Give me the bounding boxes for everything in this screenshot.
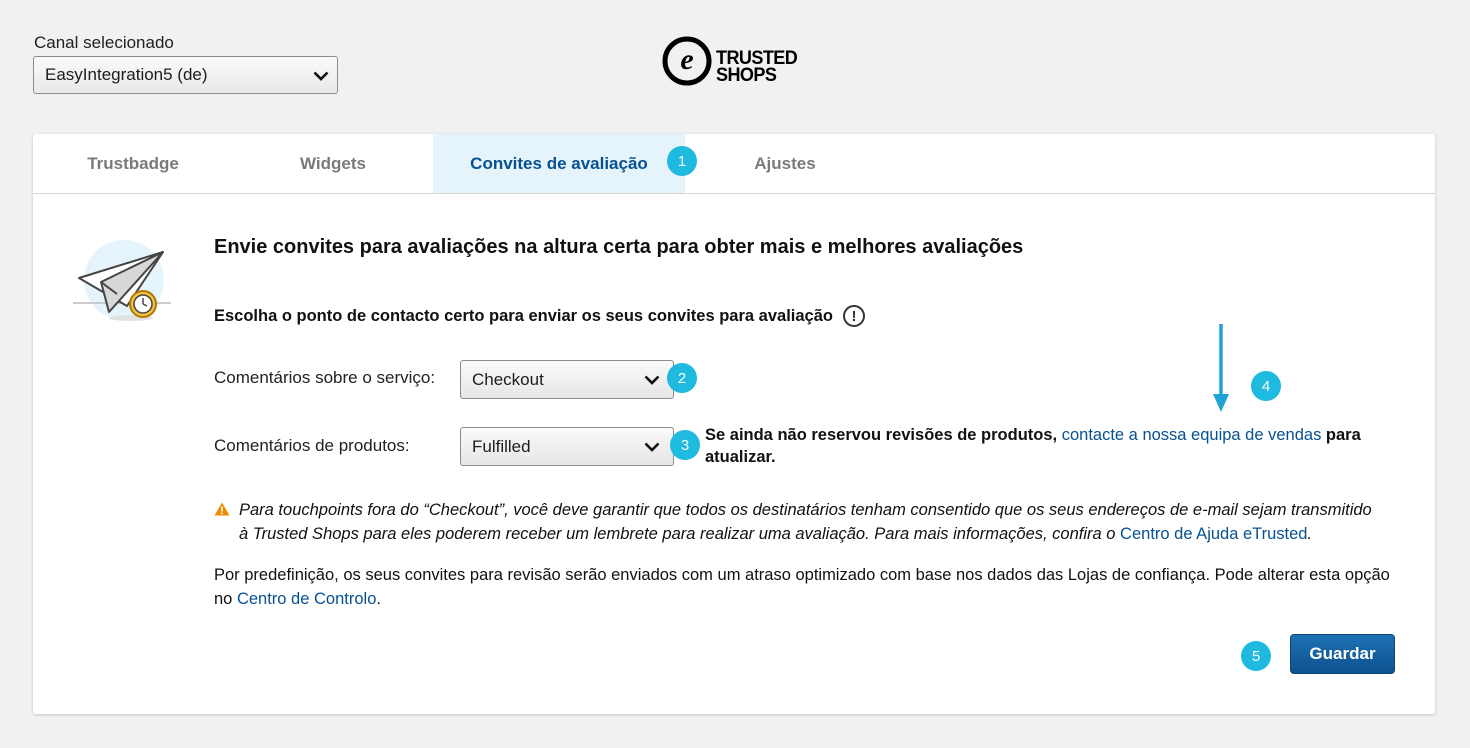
- info-circle-icon[interactable]: !: [842, 305, 865, 327]
- sales-note-text: Se ainda não reservou revisões de produt…: [705, 426, 1058, 444]
- step-badge-4: 4: [1251, 371, 1281, 401]
- save-button[interactable]: Guardar: [1290, 634, 1395, 674]
- product-feedback-select[interactable]: Fulfilled: [460, 427, 674, 466]
- touchpoint-warning: Para touchpoints fora do “Checkout”, voc…: [214, 498, 1384, 546]
- paper-plane-clock-icon: [73, 240, 171, 321]
- default-delay-text: Por predefinição, os seus convites para …: [214, 566, 1390, 608]
- product-feedback-value: Fulfilled: [472, 436, 531, 456]
- step-badge-1: 1: [667, 146, 697, 176]
- chevron-down-icon: [644, 442, 660, 452]
- etrusted-help-link[interactable]: Centro de Ajuda eTrusted: [1120, 525, 1307, 543]
- step-badge-2: 2: [667, 363, 697, 393]
- sales-note: Se ainda não reservou revisões de produt…: [705, 424, 1385, 468]
- trusted-shops-logo-mark: e: [662, 36, 712, 86]
- tab-bar: Trustbadge Widgets Convites de avaliação…: [33, 134, 1435, 194]
- tab-convites-label: Convites de avaliação: [470, 153, 648, 173]
- chevron-down-icon: [313, 71, 329, 81]
- service-feedback-value: Checkout: [472, 369, 544, 389]
- page-heading: Envie convites para avaliações na altura…: [214, 236, 1024, 258]
- channel-label: Canal selecionado: [34, 33, 174, 52]
- default-delay-end: .: [376, 590, 381, 608]
- channel-select[interactable]: EasyIntegration5 (de): [33, 56, 338, 94]
- service-feedback-label: Comentários sobre o serviço:: [214, 368, 436, 387]
- main-card: Trustbadge Widgets Convites de avaliação…: [33, 134, 1435, 714]
- tab-convites-de-avaliacao[interactable]: Convites de avaliação: [433, 134, 685, 193]
- default-delay-paragraph: Por predefinição, os seus convites para …: [214, 563, 1394, 611]
- tab-widgets[interactable]: Widgets: [233, 134, 433, 193]
- warning-triangle-icon: [214, 502, 230, 516]
- product-feedback-label: Comentários de produtos:: [214, 436, 410, 455]
- control-center-link[interactable]: Centro de Controlo: [237, 590, 376, 608]
- chevron-down-icon: [644, 375, 660, 385]
- logo-line-2: SHOPS: [716, 65, 777, 86]
- warning-end: .: [1307, 525, 1313, 543]
- channel-select-value: EasyIntegration5 (de): [45, 65, 208, 84]
- svg-text:e: e: [680, 43, 693, 76]
- contact-point-subheading: Escolha o ponto de contacto certo para e…: [214, 305, 865, 327]
- service-feedback-select[interactable]: Checkout: [460, 360, 674, 399]
- tab-ajustes-label: Ajustes: [754, 153, 816, 173]
- arrow-down-icon: [1213, 324, 1229, 412]
- trusted-shops-logo: e TRUSTED SHOPS: [662, 36, 802, 86]
- tab-widgets-label: Widgets: [300, 153, 366, 173]
- contact-sales-link[interactable]: contacte a nossa equipa de vendas: [1062, 426, 1322, 444]
- subheading-text: Escolha o ponto de contacto certo para e…: [214, 306, 833, 325]
- step-badge-3: 3: [670, 430, 700, 460]
- step-badge-5: 5: [1241, 641, 1271, 671]
- tab-ajustes[interactable]: Ajustes: [685, 134, 885, 193]
- tab-trustbadge-label: Trustbadge: [87, 153, 179, 173]
- tab-trustbadge[interactable]: Trustbadge: [33, 134, 233, 193]
